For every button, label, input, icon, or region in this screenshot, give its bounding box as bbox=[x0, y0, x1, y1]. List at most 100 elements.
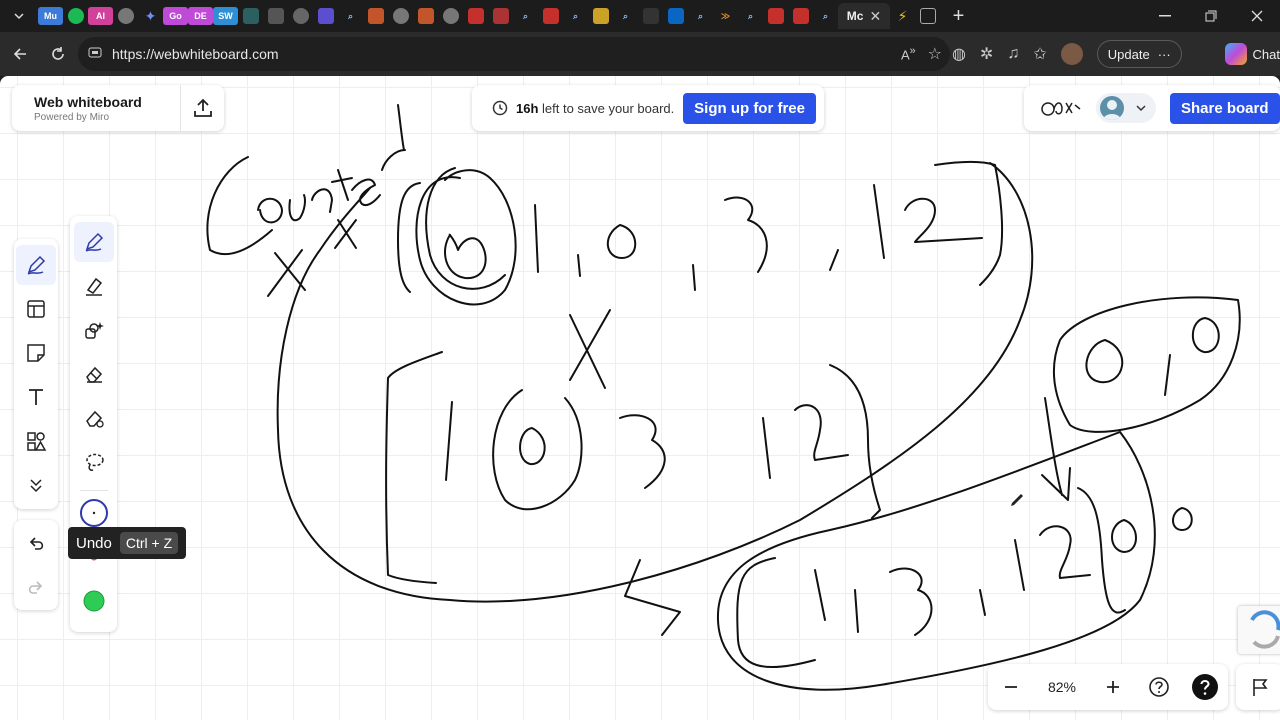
page-icon bbox=[919, 8, 936, 24]
new-tab-button[interactable]: + bbox=[946, 3, 971, 29]
favorite-star-icon[interactable]: ☆ bbox=[928, 44, 942, 64]
tab-search-1[interactable]: ⌕ bbox=[338, 3, 363, 29]
reactions-icon[interactable] bbox=[1038, 93, 1084, 123]
tab-de[interactable]: DE bbox=[188, 3, 213, 29]
user-avatar bbox=[1100, 96, 1124, 120]
tab-bolt[interactable]: ⚡ bbox=[890, 3, 915, 29]
tab-search-2[interactable]: ⌕ bbox=[513, 3, 538, 29]
undo-button[interactable] bbox=[16, 524, 56, 564]
tab-mu[interactable]: Mu bbox=[38, 3, 63, 29]
frame-tool-button[interactable] bbox=[16, 289, 56, 329]
object-eraser-button[interactable] bbox=[74, 398, 114, 438]
update-button[interactable]: Update ··· bbox=[1096, 40, 1182, 68]
tab-yellow[interactable] bbox=[588, 3, 613, 29]
copilot-button[interactable]: Chat bbox=[1224, 37, 1280, 71]
zoom-in-button[interactable] bbox=[1090, 664, 1136, 710]
text-tool-button[interactable] bbox=[16, 377, 56, 417]
close-window-button[interactable] bbox=[1234, 0, 1280, 32]
export-button[interactable] bbox=[180, 85, 224, 131]
globe-icon[interactable]: ◍ bbox=[952, 44, 966, 64]
minimize-button[interactable] bbox=[1142, 0, 1188, 32]
tab-go[interactable]: Go bbox=[163, 3, 188, 29]
music-icon[interactable]: ♫ bbox=[1007, 45, 1019, 63]
tab-orange-2[interactable] bbox=[413, 3, 438, 29]
favorites-icon[interactable]: ✩ bbox=[1033, 44, 1046, 64]
tab-search-6[interactable]: ⌕ bbox=[738, 3, 763, 29]
save-notice-bar: 16h left to save your board. Sign up for… bbox=[472, 85, 824, 131]
tab-actions-chevron-icon[interactable] bbox=[0, 0, 38, 32]
tab-chatgpt[interactable] bbox=[113, 3, 138, 29]
tab-youtube-4[interactable] bbox=[788, 3, 813, 29]
address-bar[interactable]: https://webwhiteboard.com A» ☆ bbox=[78, 37, 950, 71]
zoom-out-button[interactable] bbox=[988, 664, 1034, 710]
read-aloud-icon[interactable]: A» bbox=[901, 45, 916, 62]
tab-purple[interactable] bbox=[313, 3, 338, 29]
back-button[interactable] bbox=[2, 36, 38, 72]
assistant-help-button[interactable] bbox=[1182, 664, 1228, 710]
undo-icon bbox=[29, 537, 44, 550]
site-info-icon[interactable] bbox=[88, 45, 102, 64]
feedback-button[interactable] bbox=[1236, 664, 1280, 710]
redo-icon bbox=[28, 581, 43, 594]
tab-mf[interactable] bbox=[488, 3, 513, 29]
pen-option-button[interactable] bbox=[73, 222, 114, 262]
tab-linkedin[interactable] bbox=[663, 3, 688, 29]
tooltip-label: Undo bbox=[76, 534, 112, 552]
help-button[interactable] bbox=[1136, 664, 1182, 710]
profile-avatar[interactable] bbox=[1060, 43, 1083, 65]
tab-r[interactable] bbox=[638, 3, 663, 29]
redo-button[interactable] bbox=[16, 568, 56, 608]
tab-orange-3[interactable]: ≫ bbox=[713, 3, 738, 29]
reload-button[interactable] bbox=[40, 36, 76, 72]
lasso-button[interactable] bbox=[74, 442, 114, 482]
copilot-label: Chat bbox=[1252, 46, 1280, 62]
a-icon bbox=[242, 8, 259, 24]
user-menu-button[interactable] bbox=[1096, 93, 1156, 123]
tab-sw[interactable]: SW bbox=[213, 3, 238, 29]
tab-search-4[interactable]: ⌕ bbox=[613, 3, 638, 29]
tab-a[interactable] bbox=[238, 3, 263, 29]
freehand-drawing bbox=[206, 104, 1241, 691]
tab-orange[interactable] bbox=[363, 3, 388, 29]
app-icon bbox=[417, 8, 434, 24]
tab-chatgpt-2[interactable] bbox=[388, 3, 413, 29]
pen-tool-button[interactable] bbox=[16, 245, 56, 285]
save-notice-rest: left to save your board. bbox=[538, 100, 675, 116]
tab-youtube-3[interactable] bbox=[763, 3, 788, 29]
sign-up-button[interactable]: Sign up for free bbox=[683, 93, 816, 124]
extensions-icon[interactable]: ✲ bbox=[980, 44, 993, 64]
close-tab-icon[interactable]: ✕ bbox=[869, 8, 881, 25]
eraser-button[interactable] bbox=[74, 354, 114, 394]
tab-search-5[interactable]: ⌕ bbox=[688, 3, 713, 29]
tab-github[interactable] bbox=[288, 3, 313, 29]
restore-button[interactable] bbox=[1188, 0, 1234, 32]
minus-icon bbox=[1005, 686, 1017, 688]
more-tools-button[interactable] bbox=[16, 465, 56, 505]
flag-icon bbox=[1253, 679, 1268, 696]
whiteboard-canvas[interactable]: Web whiteboard Powered by Miro 16h left … bbox=[0, 76, 1280, 720]
tab-chatgpt-3[interactable] bbox=[438, 3, 463, 29]
tab-search-3[interactable]: ⌕ bbox=[563, 3, 588, 29]
recaptcha-badge[interactable] bbox=[1238, 606, 1280, 654]
tab-gemini[interactable]: ✦ bbox=[138, 3, 163, 29]
smart-draw-icon bbox=[84, 322, 104, 339]
tab-search-7[interactable]: ⌕ bbox=[813, 3, 838, 29]
tab-new-page[interactable] bbox=[915, 3, 940, 29]
sticky-note-button[interactable] bbox=[16, 333, 56, 373]
zoom-level[interactable]: 82% bbox=[1034, 679, 1090, 695]
tab-notion[interactable] bbox=[263, 3, 288, 29]
green-color-swatch bbox=[83, 590, 104, 612]
tab-youtube-1[interactable] bbox=[463, 3, 488, 29]
tab-ai[interactable]: AI bbox=[88, 3, 113, 29]
tab-youtube-2[interactable] bbox=[538, 3, 563, 29]
zoom-controls: 82% bbox=[988, 664, 1228, 710]
tab-spotify[interactable] bbox=[63, 3, 88, 29]
search-icon: ⌕ bbox=[522, 10, 529, 21]
shapes-tool-button[interactable] bbox=[16, 421, 56, 461]
highlighter-button[interactable] bbox=[74, 266, 114, 306]
smart-draw-button[interactable] bbox=[74, 310, 114, 350]
color-green-button[interactable] bbox=[74, 581, 114, 621]
tab-active-miro[interactable]: Mc ✕ bbox=[838, 3, 890, 29]
share-board-button[interactable]: Share board bbox=[1170, 93, 1280, 124]
stroke-size-icon bbox=[79, 499, 108, 527]
